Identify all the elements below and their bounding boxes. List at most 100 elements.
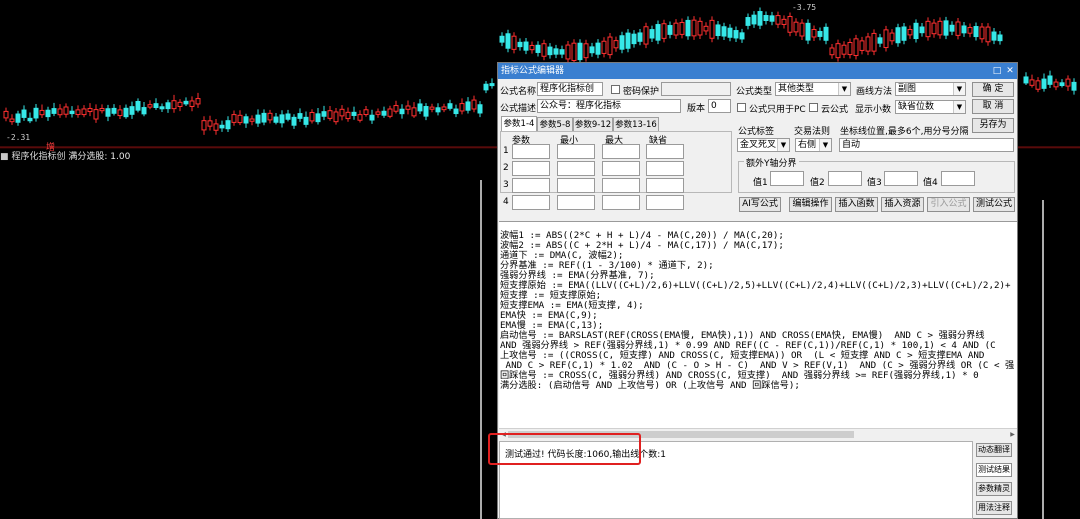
cloud-formula-checkbox[interactable]: [809, 103, 818, 112]
candle-body: [333, 111, 339, 123]
version-input[interactable]: 0: [708, 99, 731, 113]
value-input-4[interactable]: [941, 171, 975, 186]
pc-only-checkbox[interactable]: [737, 103, 746, 112]
candle-body: [733, 30, 739, 39]
candle-body: [589, 46, 595, 54]
formula-type-select[interactable]: 其他类型 ▼: [775, 82, 851, 96]
ai-write-formula-button[interactable]: AI写公式: [739, 197, 781, 212]
candle-body: [565, 44, 571, 60]
candle-body: [925, 20, 931, 38]
usage-notes-button[interactable]: 用法注释: [976, 501, 1012, 515]
candle-body: [183, 100, 189, 105]
param-default-input[interactable]: [646, 161, 684, 176]
param-default-input[interactable]: [646, 195, 684, 210]
formula-name-label: 公式名称: [500, 87, 537, 97]
scroll-right-icon[interactable]: ▶: [1008, 429, 1017, 440]
candle-body: [967, 27, 973, 34]
edit-operation-button[interactable]: 编辑操作: [789, 197, 832, 212]
candle-body: [489, 83, 495, 87]
param-max-input[interactable]: [602, 195, 640, 210]
ok-button[interactable]: 确 定: [972, 82, 1014, 97]
param-name-input[interactable]: [512, 178, 550, 193]
insert-function-button[interactable]: 插入函数: [835, 197, 878, 212]
param-name-input[interactable]: [512, 195, 550, 210]
param-name-input[interactable]: [512, 161, 550, 176]
formula-desc-input[interactable]: 公众号：程序化指标: [537, 99, 681, 113]
candle-body: [477, 104, 483, 114]
param-min-input[interactable]: [557, 178, 595, 193]
param-wizard-button[interactable]: 参数精灵: [976, 482, 1012, 496]
value-label-2: 值2: [810, 178, 825, 188]
import-formula-button[interactable]: 引入公式: [927, 197, 970, 212]
param-min-input[interactable]: [557, 161, 595, 176]
candle-body: [997, 34, 1003, 42]
param-max-input[interactable]: [602, 144, 640, 159]
candle-body: [447, 103, 453, 109]
candle-body: [27, 117, 33, 122]
candle-body: [75, 109, 81, 115]
code-line: 满分选股: (启动信号 AND 上攻信号) OR (上攻信号 AND 回踩信号)…: [500, 380, 800, 391]
candle-body: [499, 35, 505, 43]
param-default-input[interactable]: [646, 144, 684, 159]
password-input[interactable]: [661, 82, 731, 96]
maximize-icon[interactable]: □: [991, 65, 1003, 77]
tab-params-1-4[interactable]: 参数1-4: [501, 116, 537, 132]
candle-body: [871, 32, 877, 52]
tab-params-13-16[interactable]: 参数13-16: [613, 117, 659, 131]
dynamic-translate-button[interactable]: 动态翻译: [976, 443, 1012, 457]
param-name-input[interactable]: [512, 144, 550, 159]
candle-body: [273, 116, 279, 123]
formula-name-input[interactable]: 程序化指标创: [537, 82, 603, 96]
param-max-input[interactable]: [602, 178, 640, 193]
value-input-2[interactable]: [828, 171, 862, 186]
draw-method-value: 副图: [898, 84, 917, 94]
save-as-button[interactable]: 另存为: [972, 118, 1014, 133]
tab-params-9-12[interactable]: 参数9-12: [573, 117, 613, 131]
editor-titlebar[interactable]: 指标公式编辑器 □ ✕: [498, 63, 1017, 79]
code-editor[interactable]: 波幅1 := ABS((2*C + H + L)/4 - MA(C,20)) /…: [499, 221, 1017, 440]
cancel-button[interactable]: 取 消: [972, 99, 1014, 114]
chevron-down-icon: ▼: [953, 83, 965, 95]
candle-body: [1047, 75, 1053, 85]
candle-body: [1053, 81, 1059, 88]
param-default-input[interactable]: [646, 178, 684, 193]
param-max-input[interactable]: [602, 161, 640, 176]
candle-body: [877, 37, 883, 44]
candle-body: [3, 110, 9, 119]
candle-body: [625, 32, 631, 49]
candle-body: [465, 101, 471, 111]
value-input-3[interactable]: [884, 171, 918, 186]
candle-body: [523, 41, 529, 51]
param-min-input[interactable]: [557, 195, 595, 210]
candle-body: [511, 35, 517, 50]
trade-rule-select[interactable]: 右侧 ▼: [795, 138, 832, 152]
candle-body: [225, 120, 231, 130]
test-formula-button[interactable]: 测试公式: [973, 197, 1015, 212]
candle-body: [123, 107, 129, 118]
candle-body: [1023, 76, 1029, 84]
candle-body: [15, 113, 21, 123]
candle-body: [505, 33, 511, 49]
close-icon[interactable]: ✕: [1004, 65, 1016, 77]
value-input-1[interactable]: [770, 171, 804, 186]
insert-resource-button[interactable]: 插入资源: [881, 197, 924, 212]
axis-pos-input[interactable]: 自动: [839, 138, 1014, 152]
candle-body: [1065, 78, 1071, 87]
tab-params-5-8[interactable]: 参数5-8: [537, 117, 573, 131]
password-protect-checkbox[interactable]: [611, 85, 620, 94]
candle-body: [351, 111, 357, 116]
test-result-button[interactable]: 测试结果: [976, 463, 1012, 477]
candle-body: [165, 102, 171, 110]
candle-body: [901, 26, 907, 41]
candle-body: [571, 42, 577, 61]
candle-body: [631, 33, 637, 45]
candle-body: [787, 15, 793, 33]
bottom-marker: 增: [46, 143, 56, 153]
draw-method-select[interactable]: 副图 ▼: [895, 82, 966, 96]
show-decimals-select[interactable]: 缺省位数 ▼: [895, 100, 966, 114]
param-min-input[interactable]: [557, 144, 595, 159]
candle-body: [529, 44, 535, 51]
candle-body: [303, 116, 309, 125]
candle-body: [769, 15, 775, 22]
formula-tag-select[interactable]: 金叉死叉 ▼: [737, 138, 790, 152]
